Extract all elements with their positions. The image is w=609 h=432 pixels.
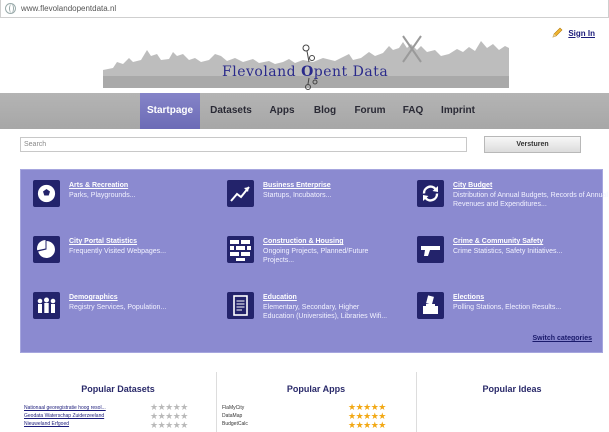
ballot-box-icon	[417, 292, 444, 319]
app-link[interactable]: BudgetCalc	[222, 421, 248, 427]
category-panel: Arts & Recreation Parks, Playgrounds... …	[20, 169, 608, 353]
pie-chart-icon	[33, 236, 60, 263]
globe-icon	[5, 3, 16, 14]
category-desc: Frequently Visited Webpages...	[69, 248, 167, 255]
category-desc: Distribution of Annual Budgets, Records …	[453, 192, 608, 208]
nav-faq[interactable]: FAQ	[398, 93, 428, 129]
site-header: Sign In Flevoland Opent Data	[0, 18, 609, 90]
brick-wall-icon	[227, 236, 254, 263]
popular-apps-title: Popular Apps	[286, 384, 346, 394]
nav-datasets[interactable]: Datasets	[206, 93, 256, 129]
switch-categories-link[interactable]: Switch categories	[532, 335, 592, 342]
nav-imprint[interactable]: Imprint	[436, 93, 480, 129]
dataset-link[interactable]: Nieuweland Erfgoed	[24, 421, 69, 427]
main-nav: Startpage Datasets Apps Blog Forum FAQ I…	[0, 93, 609, 129]
category-title[interactable]: Education	[263, 294, 297, 301]
dataset-link[interactable]: Geodata Waterschap Zuiderzeeland	[24, 413, 104, 419]
trend-chart-icon	[227, 180, 254, 207]
logo-node-icon	[302, 44, 318, 90]
search-bar: Search Versturen	[20, 136, 592, 153]
document-icon	[227, 292, 254, 319]
search-submit-button[interactable]: Versturen	[484, 136, 581, 153]
refresh-cycle-icon	[417, 180, 444, 207]
category-title[interactable]: Construction & Housing	[263, 238, 344, 245]
category-desc: Elementary, Secondary, Higher Education …	[263, 304, 388, 320]
gun-icon	[417, 236, 444, 263]
nav-startpage[interactable]: Startpage	[140, 93, 200, 129]
dataset-link[interactable]: Nationaal georegistratie hoog resol...	[24, 405, 106, 411]
category-title[interactable]: Business Enterprise	[263, 182, 331, 189]
category-title[interactable]: Arts & Recreation	[69, 182, 128, 189]
category-desc: Ongoing Projects, Planned/Future Project…	[263, 248, 369, 264]
rating-stars: ★★★★★	[348, 420, 386, 430]
app-link[interactable]: DataMap	[222, 413, 242, 419]
logo-prefix: Flevoland	[222, 64, 302, 80]
category-desc: Registry Services, Population...	[69, 304, 167, 311]
category-desc: Startups, Incubators...	[263, 192, 332, 199]
popular-datasets-title: Popular Datasets	[81, 384, 155, 394]
pencil-icon	[552, 27, 563, 38]
app-link[interactable]: FlaMyCity	[222, 405, 244, 411]
nav-blog[interactable]: Blog	[308, 93, 342, 129]
popular-sections: Popular Datasets Popular Apps Popular Id…	[0, 372, 609, 432]
nav-forum[interactable]: Forum	[350, 93, 390, 129]
sign-in[interactable]: Sign In	[551, 27, 595, 39]
logo-suffix: pent Data	[313, 64, 389, 80]
popular-ideas-title: Popular Ideas	[482, 384, 542, 394]
people-icon	[33, 292, 60, 319]
category-desc: Crime Statistics, Safety Initiatives...	[453, 248, 563, 255]
category-title[interactable]: Elections	[453, 294, 484, 301]
category-title[interactable]: Crime & Community Safety	[453, 238, 543, 245]
category-title[interactable]: Demographics	[69, 294, 118, 301]
column-divider	[416, 372, 417, 432]
category-desc: Parks, Playgrounds...	[69, 192, 136, 199]
soccer-ball-icon	[33, 180, 60, 207]
search-input[interactable]: Search	[20, 137, 467, 152]
category-title[interactable]: City Portal Statistics	[69, 238, 137, 245]
category-desc: Polling Stations, Election Results...	[453, 304, 562, 311]
address-url[interactable]: www.flevolandopentdata.nl	[21, 4, 116, 13]
address-bar[interactable]: www.flevolandopentdata.nl	[0, 0, 609, 18]
rating-stars: ★★★★★	[150, 420, 188, 430]
category-title[interactable]: City Budget	[453, 182, 492, 189]
nav-apps[interactable]: Apps	[264, 93, 300, 129]
column-divider	[216, 372, 217, 432]
sign-in-link[interactable]: Sign In	[568, 29, 595, 38]
